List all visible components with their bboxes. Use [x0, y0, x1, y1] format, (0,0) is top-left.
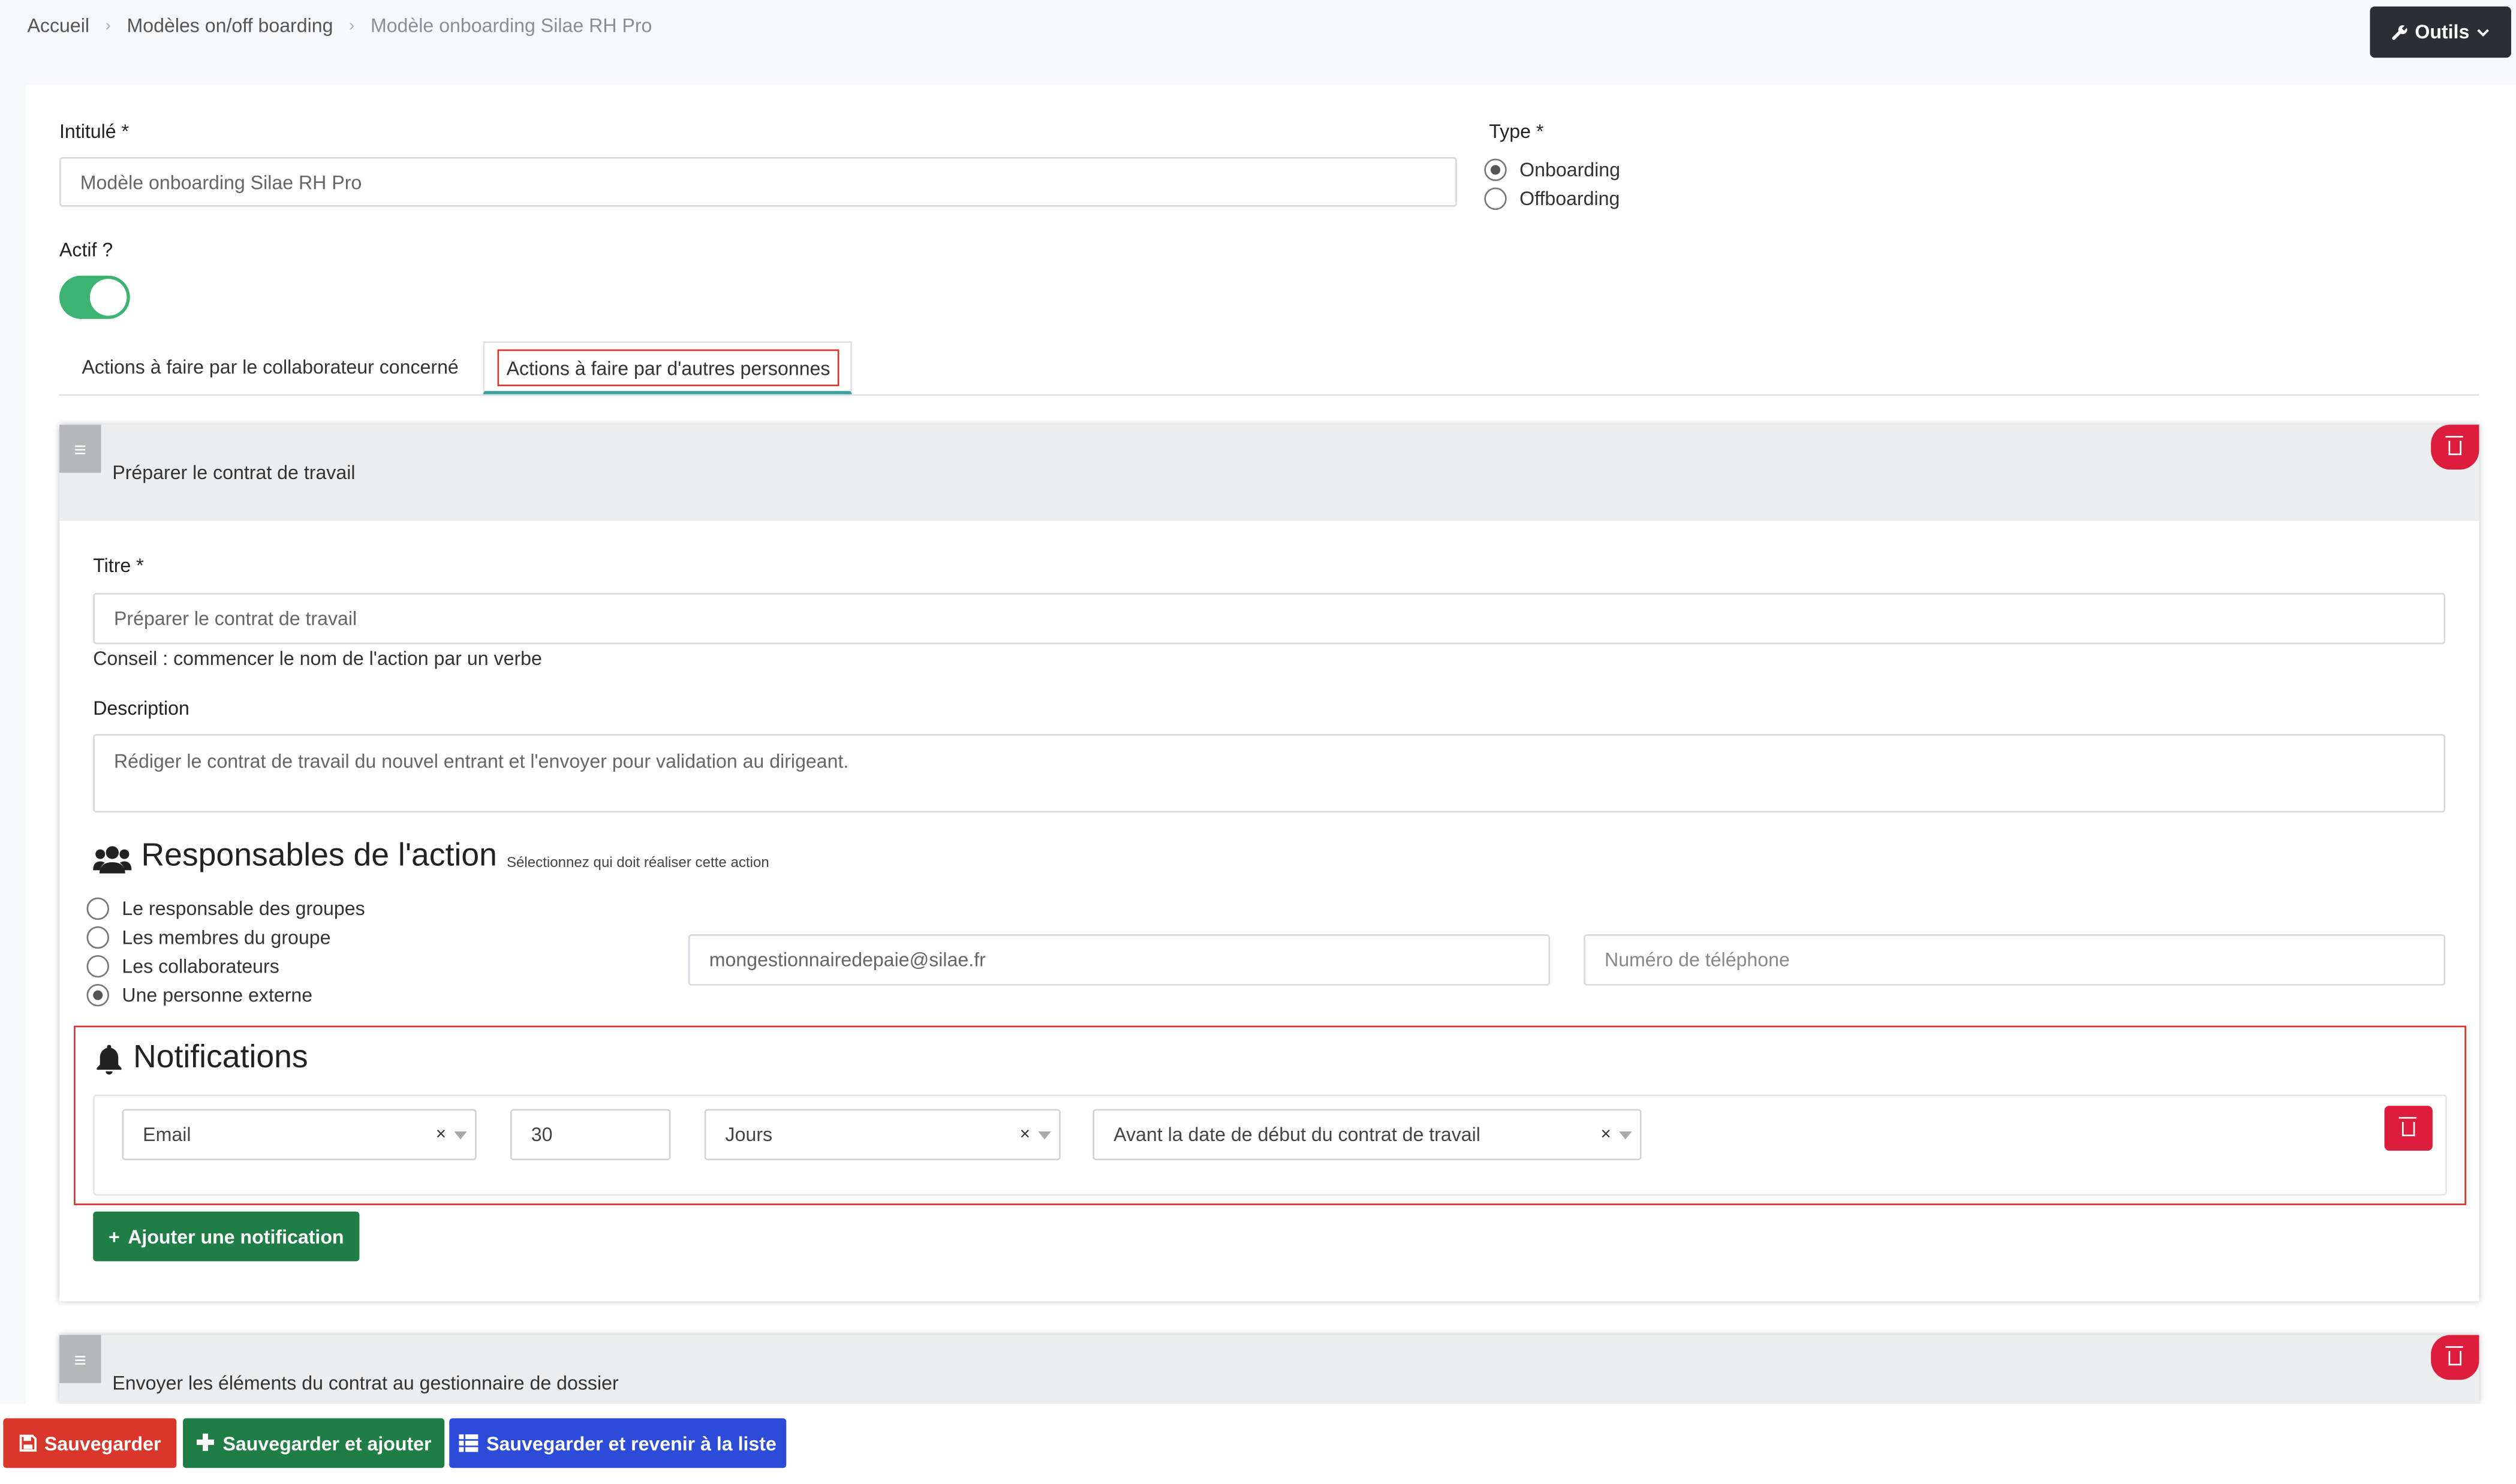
tab-collaborator-actions[interactable]: Actions à faire par le collaborateur con…	[82, 356, 458, 378]
phone-input[interactable]: Numéro de téléphone	[1584, 934, 2446, 986]
type-option-label: Onboarding	[1519, 158, 1621, 182]
notification-unit-select[interactable]: Jours ×	[704, 1109, 1061, 1161]
responsables-title: Responsables de l'action	[141, 838, 497, 874]
action-header-title: Préparer le contrat de travail	[112, 461, 356, 484]
save-button[interactable]: Sauvegarder	[3, 1418, 177, 1468]
titre-label: Titre *	[93, 554, 144, 577]
intitule-input[interactable]: Modèle onboarding Silae RH Pro	[59, 156, 1457, 207]
wrench-icon	[2392, 24, 2407, 40]
add-notification-label: Ajouter une notification	[128, 1225, 344, 1248]
responsable-option-group-manager[interactable]: Le responsable des groupes	[86, 894, 365, 923]
save-and-return-label: Sauvegarder et revenir à la liste	[486, 1432, 777, 1455]
save-and-return-button[interactable]: Sauvegarder et revenir à la liste	[449, 1418, 787, 1468]
notifications-title: Notifications	[133, 1040, 308, 1076]
tools-button-label: Outils	[2415, 20, 2470, 44]
external-email-value: mongestionnairedepaie@silae.fr	[709, 949, 986, 971]
tools-button[interactable]: Outils	[2370, 6, 2511, 58]
caret-down-icon	[1038, 1131, 1051, 1140]
toggle-knob	[89, 279, 127, 316]
breadcrumb: Accueil › Modèles on/off boarding › Modè…	[27, 14, 652, 37]
action-header: ≡ Préparer le contrat de travail	[59, 425, 2479, 521]
notification-reference-select[interactable]: Avant la date de début du contrat de tra…	[1093, 1109, 1642, 1161]
titre-input[interactable]: Préparer le contrat de travail	[93, 592, 2446, 645]
caret-down-icon	[454, 1131, 467, 1140]
responsables-heading: Responsables de l'action Sélectionnez qu…	[93, 838, 769, 875]
tab-other-people-label: Actions à faire par d'autres personnes	[497, 349, 839, 387]
breadcrumb-templates[interactable]: Modèles on/off boarding	[127, 14, 333, 37]
breadcrumb-separator: ›	[349, 17, 355, 35]
intitule-value: Modèle onboarding Silae RH Pro	[80, 170, 362, 194]
type-option-offboarding[interactable]: Offboarding	[1484, 184, 1620, 213]
action-card: ≡ Envoyer les éléments du contrat au ges…	[59, 1335, 2479, 1404]
notification-channel-select[interactable]: Email ×	[122, 1109, 477, 1161]
titre-hint: Conseil : commencer le nom de l'action p…	[93, 647, 542, 670]
description-value: Rédiger le contrat de travail du nouvel …	[113, 749, 849, 773]
clear-icon[interactable]: ×	[1020, 1125, 1030, 1144]
description-textarea[interactable]: Rédiger le contrat de travail du nouvel …	[93, 734, 2446, 813]
delete-action-button[interactable]	[2431, 1335, 2479, 1380]
notification-reference-value: Avant la date de début du contrat de tra…	[1113, 1123, 1480, 1146]
drag-handle-icon[interactable]: ≡	[59, 1335, 101, 1383]
type-label: Type *	[1489, 120, 1544, 143]
tabs-divider	[59, 394, 2479, 396]
drag-handle-icon[interactable]: ≡	[59, 425, 101, 473]
bell-icon	[97, 1044, 122, 1074]
notifications-heading: Notifications	[95, 1040, 308, 1077]
actif-label: Actif ?	[59, 239, 113, 261]
description-label: Description	[93, 697, 189, 720]
trash-icon	[2445, 435, 2463, 454]
notification-amount-value: 30	[531, 1123, 553, 1146]
save-label: Sauvegarder	[44, 1432, 161, 1455]
responsable-option-group-members[interactable]: Les membres du groupe	[86, 923, 331, 952]
external-email-input[interactable]: mongestionnairedepaie@silae.fr	[688, 934, 1551, 986]
breadcrumb-home[interactable]: Accueil	[27, 14, 89, 37]
tab-other-people-actions[interactable]: Actions à faire par d'autres personnes	[483, 341, 852, 395]
notification-unit-value: Jours	[725, 1123, 773, 1146]
responsables-subtitle: Sélectionnez qui doit réaliser cette act…	[506, 854, 769, 871]
notifications-section: Notifications Email × 30 Jours × Avant l…	[74, 1025, 2467, 1205]
clear-icon[interactable]: ×	[436, 1125, 446, 1144]
actif-toggle[interactable]	[59, 275, 130, 319]
responsable-option-external[interactable]: Une personne externe	[86, 981, 313, 1010]
delete-notification-button[interactable]	[2384, 1106, 2433, 1151]
action-header-title: Envoyer les éléments du contrat au gesti…	[112, 1371, 619, 1395]
responsable-option-label: Les collaborateurs	[122, 955, 279, 978]
intitule-label: Intitulé *	[59, 120, 130, 143]
clear-icon[interactable]: ×	[1600, 1125, 1611, 1144]
type-option-onboarding[interactable]: Onboarding	[1484, 155, 1620, 184]
action-card: ≡ Préparer le contrat de travail Titre *…	[59, 425, 2479, 1302]
responsable-option-label: Le responsable des groupes	[122, 897, 365, 920]
radio-offboarding[interactable]	[1484, 187, 1507, 210]
radio-group-members[interactable]	[86, 926, 109, 949]
responsable-option-collaborators[interactable]: Les collaborateurs	[86, 952, 279, 981]
breadcrumb-separator: ›	[105, 17, 111, 35]
plus-icon: +	[109, 1225, 120, 1248]
trash-icon	[2445, 1345, 2463, 1365]
notification-channel-value: Email	[143, 1123, 191, 1146]
plus-icon: ✚	[195, 1429, 215, 1455]
trash-icon	[2398, 1116, 2417, 1136]
type-option-label: Offboarding	[1519, 187, 1620, 210]
add-notification-button[interactable]: + Ajouter une notification	[93, 1211, 360, 1262]
users-icon	[93, 846, 132, 874]
notification-amount-input[interactable]: 30	[510, 1109, 671, 1161]
radio-group-manager[interactable]	[86, 897, 109, 920]
phone-placeholder: Numéro de téléphone	[1605, 949, 1790, 971]
delete-action-button[interactable]	[2431, 425, 2479, 470]
caret-down-icon	[1619, 1131, 1632, 1140]
titre-value: Préparer le contrat de travail	[113, 607, 357, 630]
radio-collaborators[interactable]	[86, 955, 109, 978]
save-and-add-button[interactable]: ✚ Sauvegarder et ajouter	[183, 1418, 445, 1468]
radio-onboarding[interactable]	[1484, 158, 1507, 182]
save-and-add-label: Sauvegarder et ajouter	[222, 1432, 432, 1455]
radio-external[interactable]	[86, 984, 109, 1007]
list-icon	[459, 1434, 478, 1452]
notification-row: Email × 30 Jours × Avant la date de débu…	[93, 1094, 2447, 1196]
responsable-option-label: Les membres du groupe	[122, 926, 331, 949]
breadcrumb-current: Modèle onboarding Silae RH Pro	[370, 14, 652, 37]
chevron-down-icon	[2477, 28, 2489, 36]
save-icon	[19, 1434, 36, 1452]
responsable-option-label: Une personne externe	[122, 984, 313, 1007]
